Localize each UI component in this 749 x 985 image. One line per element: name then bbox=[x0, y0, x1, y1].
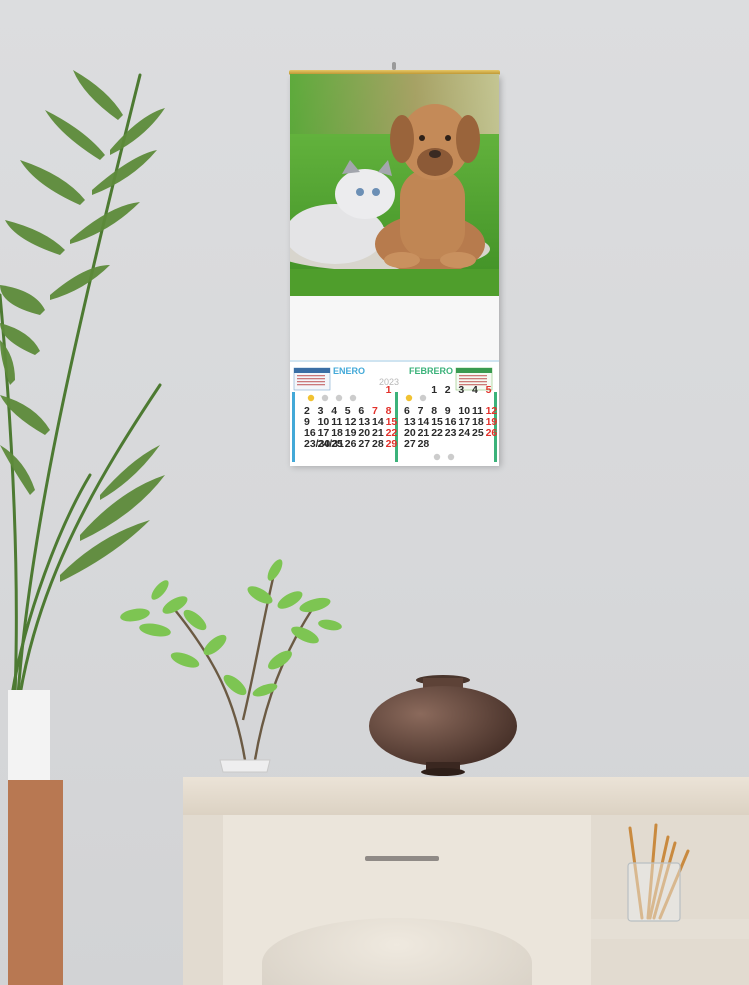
small-plant bbox=[120, 559, 342, 773]
calendar-day-febrero-23: 23 bbox=[445, 427, 457, 439]
wooden-vase bbox=[369, 675, 517, 776]
calendar-day-enero-28: 28 bbox=[372, 438, 384, 450]
calendar-day-febrero-27: 27 bbox=[404, 438, 416, 450]
calendar-hook bbox=[392, 62, 396, 70]
calendar-day-enero-25: 25 bbox=[331, 438, 343, 450]
calendar-day-febrero-25: 25 bbox=[472, 427, 484, 439]
calendar-day-febrero-24: 24 bbox=[458, 427, 470, 439]
calendar-photo-puppy-kitten bbox=[290, 74, 499, 296]
calendar-day-febrero-2: 2 bbox=[445, 384, 451, 396]
calendar-day-febrero-4: 4 bbox=[472, 384, 478, 396]
calendar-day-febrero-3: 3 bbox=[458, 384, 464, 396]
calendar-day-febrero-28: 28 bbox=[418, 438, 430, 450]
month-name-febrero: FEBRERO bbox=[409, 366, 454, 376]
calendar-day-enero-26: 26 bbox=[345, 438, 357, 450]
room-scene: 1 2 3 4 5 6 7 8 9 10 11 12 13 14 15 16 17 18 19 20 21 22 23/30… bbox=[0, 0, 749, 985]
drawer-handle bbox=[365, 856, 439, 861]
calendar-day-febrero-22: 22 bbox=[431, 427, 443, 439]
calendar-year: 2023 bbox=[379, 377, 400, 387]
wall-calendar: 1 2 3 4 5 6 7 8 9 10 11 12 13 14 15 16 17 18 19 20 21 22 23/30… bbox=[289, 62, 500, 466]
pencil-cup bbox=[627, 823, 690, 922]
sideboard-top bbox=[183, 777, 749, 815]
month-name-enero: ENERO bbox=[333, 366, 366, 376]
calendar-day-febrero-26: 26 bbox=[486, 427, 498, 439]
calendar-day-febrero-5: 5 bbox=[486, 384, 492, 396]
calendar-day-enero-29: 29 bbox=[386, 438, 398, 450]
calendar-notes-area bbox=[290, 296, 499, 360]
calendar-day-enero-27: 27 bbox=[358, 438, 370, 450]
left-wood-cabinet bbox=[8, 780, 63, 985]
calendar-month-grid: 1 2 3 4 5 6 7 8 9 10 11 12 13 14 15 16 17 18 19 20 21 22 23/30… bbox=[290, 360, 499, 466]
calendar-day-febrero-1: 1 bbox=[431, 384, 437, 396]
left-white-box bbox=[8, 690, 50, 782]
